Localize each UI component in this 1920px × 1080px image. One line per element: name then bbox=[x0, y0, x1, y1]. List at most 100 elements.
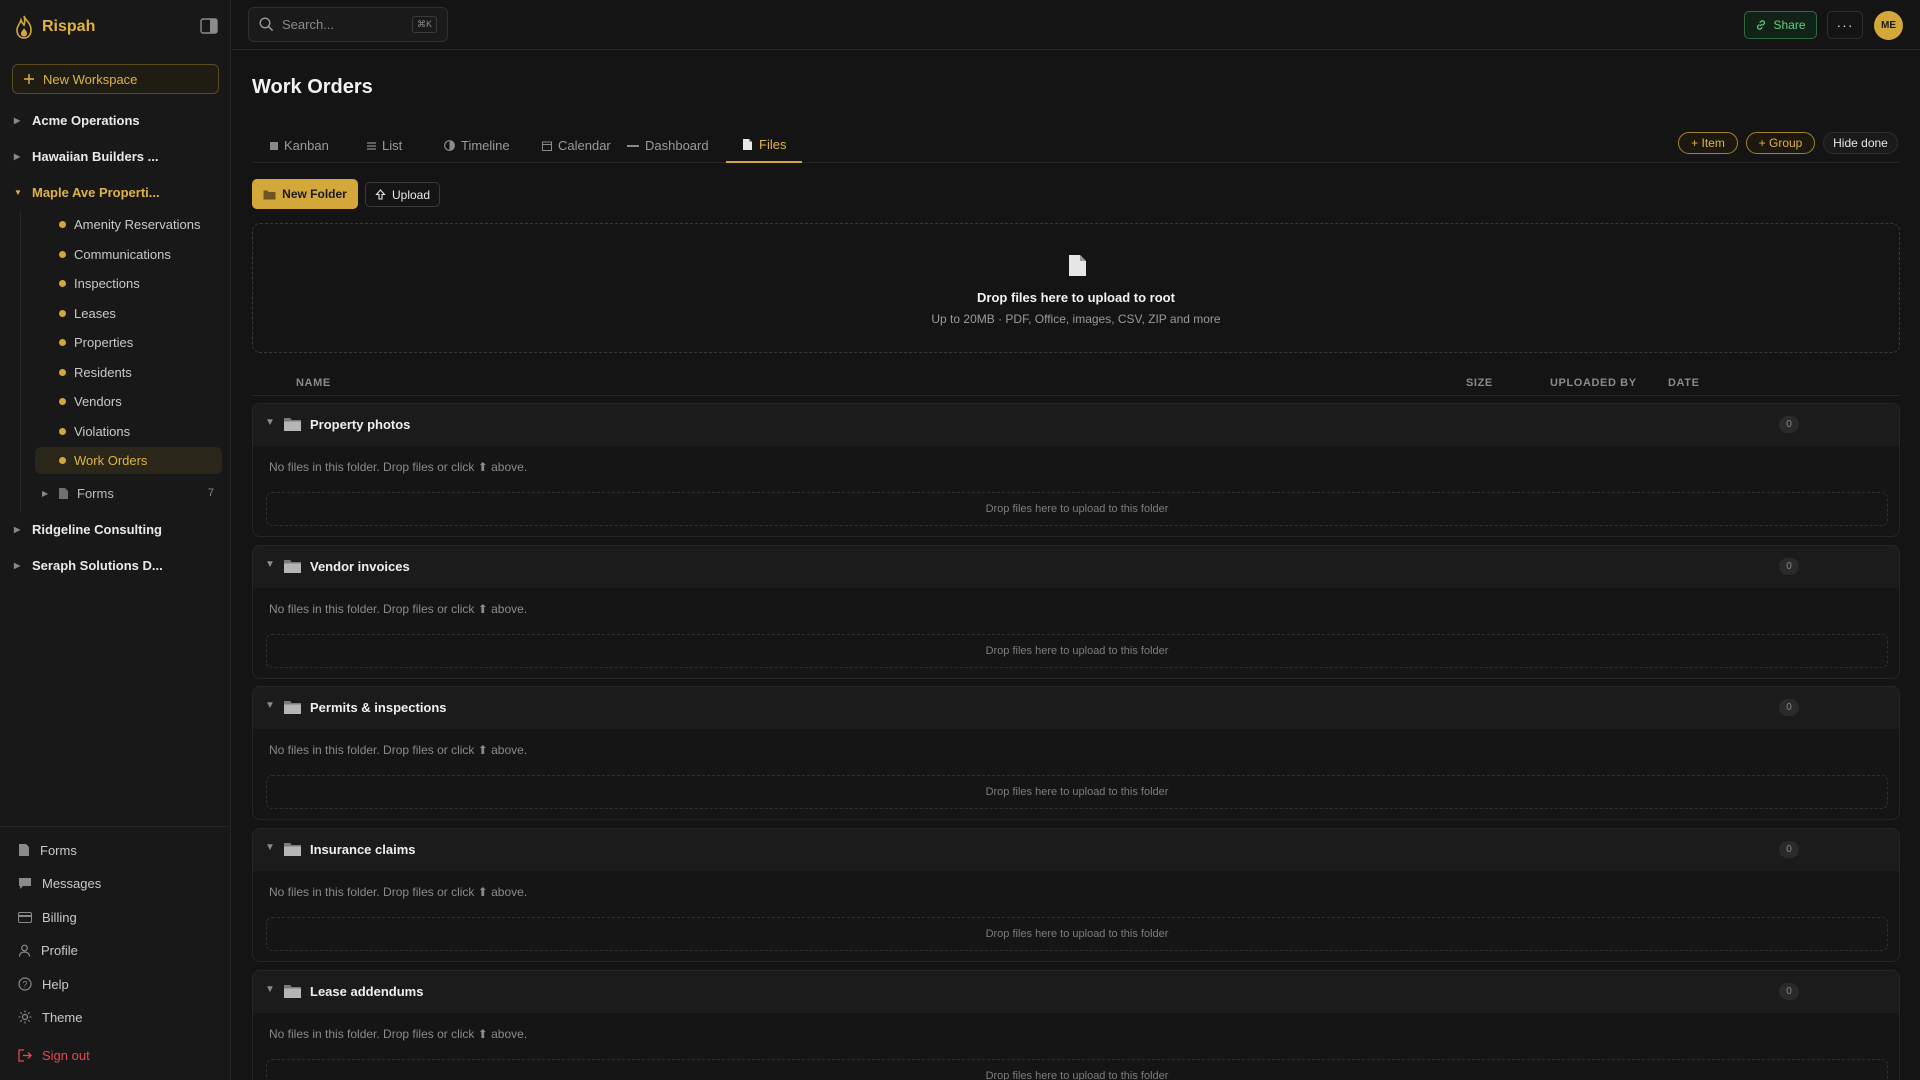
user-icon bbox=[18, 944, 31, 957]
add-item-button[interactable]: + Item bbox=[1678, 132, 1738, 154]
share-button[interactable]: Share bbox=[1744, 11, 1817, 39]
file-count-badge: 0 bbox=[1779, 558, 1799, 575]
kanban-icon bbox=[270, 141, 278, 150]
caret-right-icon: ▶ bbox=[14, 560, 21, 570]
sidebar-board-properties[interactable]: Properties bbox=[35, 329, 222, 356]
brand[interactable]: Rispah bbox=[14, 14, 95, 40]
workspace-label: Seraph Solutions D... bbox=[32, 557, 163, 573]
folder-dropzone[interactable]: Drop files here to upload to this folder bbox=[266, 634, 1888, 668]
caret-right-icon: ▶ bbox=[14, 524, 21, 534]
nav-help[interactable]: ? Help bbox=[18, 973, 69, 995]
nav-profile[interactable]: Profile bbox=[18, 939, 78, 961]
card-icon bbox=[18, 911, 32, 923]
chevron-down-icon[interactable]: ▼ bbox=[265, 559, 275, 570]
sidebar-board-inspections[interactable]: Inspections bbox=[35, 270, 222, 297]
sidebar-board-violations[interactable]: Violations bbox=[35, 418, 222, 445]
tab-dashboard[interactable]: Dashboard bbox=[611, 128, 725, 163]
folder-icon bbox=[283, 699, 302, 715]
more-options-button[interactable]: ··· bbox=[1827, 11, 1863, 39]
new-workspace-button[interactable]: New Workspace bbox=[12, 64, 219, 94]
folder-header[interactable]: ▼ Insurance claims 0 bbox=[253, 829, 1899, 871]
column-header-size[interactable]: SIZE bbox=[1466, 377, 1493, 389]
sidebar-board-work-orders[interactable]: Work Orders bbox=[35, 447, 222, 474]
sidebar-forms-group[interactable]: ▶ Forms 7 bbox=[42, 482, 222, 504]
tab-list[interactable]: List bbox=[351, 128, 418, 163]
caret-right-icon: ▶ bbox=[14, 151, 21, 161]
search-box[interactable]: ⌘K bbox=[248, 7, 448, 42]
column-header-name[interactable]: NAME bbox=[296, 377, 331, 389]
folder-header[interactable]: ▼ Property photos 0 bbox=[253, 404, 1899, 446]
folder-header[interactable]: ▼ Lease addendums 0 bbox=[253, 971, 1899, 1013]
caret-right-icon: ▶ bbox=[14, 115, 21, 125]
file-icon bbox=[1068, 254, 1087, 277]
document-icon bbox=[18, 843, 30, 857]
tab-kanban[interactable]: Kanban bbox=[254, 128, 345, 163]
upload-button[interactable]: Upload bbox=[365, 182, 440, 207]
sidebar-divider bbox=[0, 826, 231, 827]
calendar-icon bbox=[542, 141, 552, 151]
new-folder-button[interactable]: New Folder bbox=[252, 179, 358, 209]
nav-theme[interactable]: Theme bbox=[18, 1006, 82, 1028]
dropzone-title: Drop files here to upload to root bbox=[977, 290, 1175, 305]
folder-dropzone[interactable]: Drop files here to upload to this folder bbox=[266, 1059, 1888, 1080]
board-label: Amenity Reservations bbox=[74, 217, 201, 232]
nav-messages[interactable]: Messages bbox=[18, 872, 101, 894]
top-bar: ⌘K Share ··· ME bbox=[232, 0, 1920, 50]
workspace-hawaiian-builders[interactable]: ▶ Hawaiian Builders ... bbox=[14, 145, 158, 167]
workspace-ridgeline-consulting[interactable]: ▶ Ridgeline Consulting bbox=[14, 518, 162, 540]
folder-header[interactable]: ▼ Permits & inspections 0 bbox=[253, 687, 1899, 729]
chevron-down-icon[interactable]: ▼ bbox=[265, 984, 275, 995]
add-group-button[interactable]: + Group bbox=[1746, 132, 1815, 154]
search-input[interactable] bbox=[282, 17, 402, 32]
avatar[interactable]: ME bbox=[1874, 11, 1903, 40]
nav-sign-out[interactable]: Sign out bbox=[18, 1044, 90, 1066]
folder-icon bbox=[283, 558, 302, 574]
nav-billing[interactable]: Billing bbox=[18, 906, 77, 928]
workspace-maple-ave-properties[interactable]: ▼ Maple Ave Properti... bbox=[14, 181, 160, 203]
empty-folder-message: No files in this folder. Drop files or c… bbox=[269, 460, 528, 474]
file-count-badge: 0 bbox=[1779, 699, 1799, 716]
sidebar-board-amenity-reservations[interactable]: Amenity Reservations bbox=[35, 211, 222, 238]
nav-label: Profile bbox=[41, 942, 78, 958]
nav-forms[interactable]: Forms bbox=[18, 839, 77, 861]
root-dropzone[interactable]: Drop files here to upload to root Up to … bbox=[252, 223, 1900, 353]
page-title: Work Orders bbox=[252, 76, 373, 98]
folder-name: Insurance claims bbox=[310, 842, 416, 857]
chevron-down-icon[interactable]: ▼ bbox=[265, 842, 275, 853]
folder-dropzone[interactable]: Drop files here to upload to this folder bbox=[266, 775, 1888, 809]
chevron-down-icon[interactable]: ▼ bbox=[265, 417, 275, 428]
tab-timeline[interactable]: Timeline bbox=[428, 128, 526, 163]
sidebar-toggle-icon[interactable] bbox=[200, 18, 218, 34]
help-icon: ? bbox=[18, 977, 32, 991]
sidebar-board-communications[interactable]: Communications bbox=[35, 241, 222, 268]
folder-icon bbox=[283, 416, 302, 432]
tab-label: Calendar bbox=[558, 138, 611, 153]
sidebar-board-residents[interactable]: Residents bbox=[35, 359, 222, 386]
folder-icon bbox=[283, 983, 302, 999]
folder-property-photos: ▼ Property photos 0 No files in this fol… bbox=[252, 403, 1900, 537]
status-dot bbox=[59, 428, 66, 435]
workspace-acme-operations[interactable]: ▶ Acme Operations bbox=[14, 109, 140, 131]
folder-vendor-invoices: ▼ Vendor invoices 0 No files in this fol… bbox=[252, 545, 1900, 679]
dropzone-subtitle: Up to 20MB · PDF, Office, images, CSV, Z… bbox=[931, 312, 1221, 326]
chevron-down-icon[interactable]: ▼ bbox=[265, 700, 275, 711]
caret-down-icon: ▼ bbox=[14, 187, 22, 197]
folder-dropzone[interactable]: Drop files here to upload to this folder bbox=[266, 492, 1888, 526]
dashboard-icon bbox=[627, 144, 639, 148]
column-header-date[interactable]: DATE bbox=[1668, 377, 1700, 389]
folder-dropzone[interactable]: Drop files here to upload to this folder bbox=[266, 917, 1888, 951]
column-header-uploaded-by[interactable]: UPLOADED BY bbox=[1550, 377, 1637, 389]
board-label: Inspections bbox=[74, 276, 140, 291]
tab-label: Files bbox=[759, 137, 787, 152]
status-dot bbox=[59, 369, 66, 376]
folder-header[interactable]: ▼ Vendor invoices 0 bbox=[253, 546, 1899, 588]
sidebar-board-vendors[interactable]: Vendors bbox=[35, 388, 222, 415]
folder-name: Property photos bbox=[310, 417, 411, 432]
search-icon bbox=[259, 17, 274, 32]
hide-done-button[interactable]: Hide done bbox=[1823, 132, 1898, 154]
workspace-seraph-solutions[interactable]: ▶ Seraph Solutions D... bbox=[14, 554, 163, 576]
tab-files[interactable]: Files bbox=[726, 128, 803, 163]
sidebar-board-leases[interactable]: Leases bbox=[35, 300, 222, 327]
upload-label: Upload bbox=[391, 187, 431, 202]
empty-folder-message: No files in this folder. Drop files or c… bbox=[269, 885, 528, 899]
